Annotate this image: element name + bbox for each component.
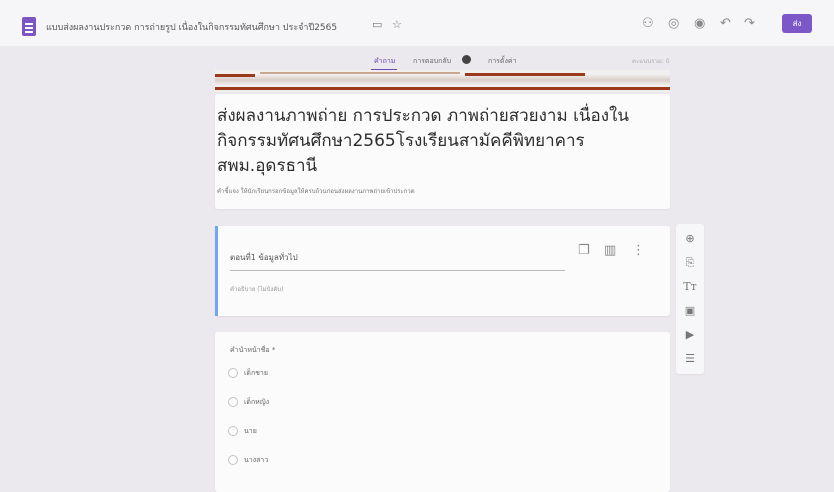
radio-option[interactable]: เด็กชาย xyxy=(228,368,268,379)
radio-button[interactable] xyxy=(228,368,238,378)
tab-settings[interactable]: การตั้งค่า xyxy=(488,56,517,67)
redo-icon[interactable]: ↷ xyxy=(744,16,755,31)
side-toolbar: ⊕ ⎘ Tт ▣ ▶ ☰ xyxy=(676,224,704,374)
option-label: นาย xyxy=(244,427,257,435)
add-video-icon[interactable]: ▶ xyxy=(676,328,704,341)
radio-option[interactable]: นาย xyxy=(228,426,257,437)
add-question-icon[interactable]: ⊕ xyxy=(676,232,704,245)
radio-button[interactable] xyxy=(228,397,238,407)
tab-bar: คำถาม การตอบกลับ การตั้งค่า คะแนนรวม: 0 xyxy=(0,55,834,71)
top-bar: แบบส่งผลงานประกวด การถ่ายรูป เนื่องในกิจ… xyxy=(0,0,834,46)
send-button[interactable]: ส่ง xyxy=(782,14,812,33)
delete-icon[interactable]: ▥ xyxy=(604,243,616,258)
star-icon[interactable]: ☆ xyxy=(392,18,402,31)
tab-questions[interactable]: คำถาม xyxy=(374,56,395,67)
import-questions-icon[interactable]: ⎘ xyxy=(676,256,704,270)
form-description[interactable]: คำชี้แจง ให้นักเรียนกรอกข้อมูลให้ครบถ้วน… xyxy=(217,186,415,196)
undo-icon[interactable]: ↶ xyxy=(720,16,731,31)
header-banner-image xyxy=(215,70,670,92)
add-title-icon[interactable]: Tт xyxy=(676,280,704,293)
copy-icon[interactable]: ❐ xyxy=(578,243,590,258)
option-label: เด็กชาย xyxy=(244,369,268,377)
section-focus-bar xyxy=(215,226,218,316)
section-description[interactable]: คำอธิบาย (ไม่บังคับ) xyxy=(230,284,283,294)
question-card[interactable] xyxy=(215,332,670,492)
radio-button[interactable] xyxy=(228,426,238,436)
option-label: เด็กหญิง xyxy=(244,398,270,406)
forms-logo-icon[interactable] xyxy=(22,17,36,36)
customize-theme-icon[interactable]: ⚇ xyxy=(642,16,654,31)
section-title-underline xyxy=(230,270,565,271)
section-title[interactable]: ตอนที่1 ข้อมูลทั่วไป xyxy=(230,251,298,264)
tab-responses[interactable]: การตอบกลับ xyxy=(413,56,451,67)
option-label: นางสาว xyxy=(244,456,269,464)
section-card[interactable] xyxy=(215,226,670,316)
radio-button[interactable] xyxy=(228,455,238,465)
response-count-badge xyxy=(462,55,471,64)
add-image-icon[interactable]: ▣ xyxy=(676,304,704,317)
radio-option[interactable]: เด็กหญิง xyxy=(228,397,269,408)
palette-icon[interactable]: ◎ xyxy=(668,16,679,31)
total-points: คะแนนรวม: 0 xyxy=(632,58,670,65)
preview-eye-icon[interactable]: ◉ xyxy=(694,16,705,31)
form-title[interactable]: ส่งผลงานภาพถ่าย การประกวด ภาพถ่ายสวยงาม … xyxy=(217,104,667,179)
folder-icon[interactable]: ▭ xyxy=(372,18,382,31)
radio-option[interactable]: นางสาว xyxy=(228,455,268,466)
more-options-icon[interactable]: ⋮ xyxy=(632,243,645,258)
question-title[interactable]: คำนำหน้าชื่อ * xyxy=(230,345,275,356)
add-section-icon[interactable]: ☰ xyxy=(676,352,704,365)
document-title[interactable]: แบบส่งผลงานประกวด การถ่ายรูป เนื่องในกิจ… xyxy=(46,20,337,34)
